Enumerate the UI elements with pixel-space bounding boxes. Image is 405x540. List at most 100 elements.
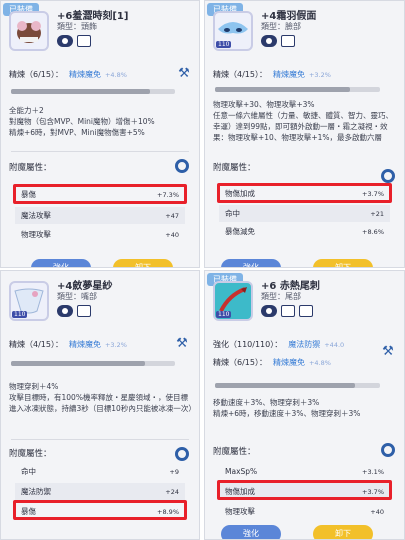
desc-line: 物理穿刺＋4%	[9, 382, 59, 391]
attr-value: +40	[370, 507, 384, 516]
attr-row: MaxSp% +3.1%	[219, 463, 390, 480]
strengthen-bonus: +44.0	[324, 340, 345, 349]
attr-row: 暴傷減免 +8.6%	[219, 223, 390, 240]
attr-name: 魔法攻擊	[21, 211, 51, 220]
refine-progress-bar	[11, 89, 175, 94]
item-panel-1: 已裝備 +6羞澀時刻[1] 類型：頭飾 精煉（6/15）： 精煉魔免 +4.8%	[0, 0, 200, 268]
item-level: 110	[216, 311, 232, 318]
refine-progress-bar	[215, 87, 380, 92]
item-header: +6羞澀時刻[1] 類型：頭飾	[1, 1, 199, 59]
strengthen-row: 強化（110/110）： 魔法防禦 +44.0	[213, 339, 396, 350]
refine-progress-bar	[11, 361, 175, 366]
item-panel-3: 110 +4斂夢星紗 類型：嘴部 精煉（4/15）： 精煉魔免 +3.2% ⚒ …	[0, 270, 200, 540]
refine-bonus: +3.2%	[104, 340, 127, 349]
attr-row: 命中 +9	[15, 463, 185, 480]
refine-bonus: +4.8%	[308, 358, 331, 367]
strengthen-button[interactable]: 強化	[31, 259, 91, 267]
attr-value: +40	[165, 230, 179, 239]
desc-line: 全能力＋2	[9, 106, 44, 115]
book-icon[interactable]	[77, 305, 91, 317]
gear-icon[interactable]	[175, 447, 189, 461]
book-icon[interactable]	[281, 305, 295, 317]
attr-name: 物理攻擊	[225, 507, 255, 516]
refine-stat: 精煉魔免	[68, 340, 101, 349]
refine-row: 精煉（6/15）： 精煉魔免 +4.8%	[213, 357, 396, 368]
refine-progress-bar	[215, 383, 380, 388]
item-thumbnail[interactable]	[9, 11, 49, 51]
unequip-button[interactable]: 卸下	[113, 259, 173, 267]
item-thumbnail[interactable]: 110	[213, 11, 253, 51]
strengthen-button[interactable]: 強化	[221, 525, 281, 539]
eye-icon[interactable]	[57, 35, 73, 47]
attr-row: 物理攻擊 +40	[15, 226, 185, 243]
gear-icon[interactable]	[381, 169, 395, 183]
attr-name: MaxSp%	[225, 467, 258, 476]
attr-value: +21	[370, 209, 384, 218]
enchant-title: 附魔屬性：	[213, 447, 256, 457]
attr-name: 魔法防禦	[21, 487, 51, 496]
item-header: 110 +4斂夢星紗 類型：嘴部	[1, 271, 199, 329]
desc-line: 任意一條六維屬性（力量、敏捷、體質、智力、靈巧、幸運）達到99點，即可額外啟動一…	[213, 111, 393, 142]
attr-row: 物理攻擊 +40	[219, 503, 390, 520]
book-icon[interactable]	[281, 35, 295, 47]
hammer-icon[interactable]: ⚒	[381, 345, 395, 359]
enchant-title: 附魔屬性：	[9, 449, 52, 459]
highlight-box	[217, 480, 392, 500]
divider	[11, 439, 189, 440]
item-panel-4: 已裝備 110 +6 赤熱尾刺 類型：尾部 強化（110/110）： 魔法防禦 …	[204, 270, 405, 540]
gear-icon[interactable]	[381, 443, 395, 457]
strengthen-label: 強化（110/110）：	[213, 340, 283, 349]
item-header: 110 +6 赤熱尾刺 類型：尾部	[205, 271, 404, 329]
refine-label: 精煉（6/15）：	[213, 358, 267, 367]
item-name: +4霜羽假面	[261, 11, 317, 22]
highlight-box	[217, 183, 392, 203]
item-name: +6 赤熱尾刺	[261, 281, 320, 292]
item-type: 類型：頭飾	[57, 22, 97, 31]
eye-icon[interactable]	[261, 35, 277, 47]
strengthen-button[interactable]: 強化	[221, 259, 281, 267]
refine-label: 精煉（4/15）：	[9, 340, 63, 349]
desc-line: 精煉+6時，移動速度＋3%、物理穿刺＋3%	[213, 409, 361, 418]
book-icon[interactable]	[299, 305, 313, 317]
item-panel-2: 已裝備 110 +4霜羽假面 類型：臉部 精煉（4/15）： 精煉魔免 +3.2…	[204, 0, 405, 268]
attr-name: 命中	[225, 209, 240, 218]
hammer-icon[interactable]: ⚒	[177, 67, 191, 81]
desc-line: 對魔物（包含MVP、Mini魔物）增傷＋10%	[9, 117, 155, 126]
book-icon[interactable]	[77, 35, 91, 47]
item-description: 移動速度＋3%、物理穿刺＋3% 精煉+6時，移動速度＋3%、物理穿刺＋3%	[213, 397, 398, 419]
item-thumbnail[interactable]: 110	[213, 281, 253, 321]
eye-icon[interactable]	[261, 305, 277, 317]
attr-value: +8.6%	[362, 227, 384, 236]
attr-value: +24	[165, 487, 179, 496]
attr-value: +3.1%	[362, 467, 384, 476]
attr-row: 魔法攻擊 +47	[15, 207, 185, 224]
item-level: 110	[216, 41, 232, 48]
attr-value: +47	[165, 211, 179, 220]
desc-line: 精煉+6時，對MVP、Mini魔物傷害+5%	[9, 128, 145, 137]
item-type: 類型：尾部	[261, 292, 301, 301]
refine-row: 精煉（6/15）： 精煉魔免 +4.8%	[9, 69, 191, 80]
eye-icon[interactable]	[57, 305, 73, 317]
item-name: +4斂夢星紗	[57, 281, 113, 292]
enchant-title: 附魔屬性：	[213, 163, 256, 173]
unequip-button[interactable]: 卸下	[313, 259, 373, 267]
refine-stat: 精煉魔免	[68, 70, 101, 79]
unequip-button[interactable]: 卸下	[313, 525, 373, 539]
gear-icon[interactable]	[175, 159, 189, 173]
highlight-box	[13, 500, 187, 520]
item-type: 類型：臉部	[261, 22, 301, 31]
item-header: 110 +4霜羽假面 類型：臉部	[205, 1, 404, 59]
item-name: +6羞澀時刻[1]	[57, 11, 129, 22]
refine-label: 精煉（4/15）：	[213, 70, 267, 79]
item-description: 物理攻擊+30、物理攻擊+3% 任意一條六維屬性（力量、敏捷、體質、智力、靈巧、…	[213, 99, 398, 143]
refine-bonus: +3.2%	[308, 70, 331, 79]
desc-line: 物理攻擊+30、物理攻擊+3%	[213, 100, 315, 109]
refine-label: 精煉（6/15）：	[9, 70, 63, 79]
item-type: 類型：嘴部	[57, 292, 97, 301]
attr-name: 命中	[21, 467, 36, 476]
hammer-icon[interactable]: ⚒	[175, 337, 189, 351]
refine-row: 精煉（4/15）： 精煉魔免 +3.2%	[213, 69, 396, 80]
refine-bonus: +4.8%	[104, 70, 127, 79]
attr-row: 命中 +21	[219, 205, 390, 222]
item-thumbnail[interactable]: 110	[9, 281, 49, 321]
